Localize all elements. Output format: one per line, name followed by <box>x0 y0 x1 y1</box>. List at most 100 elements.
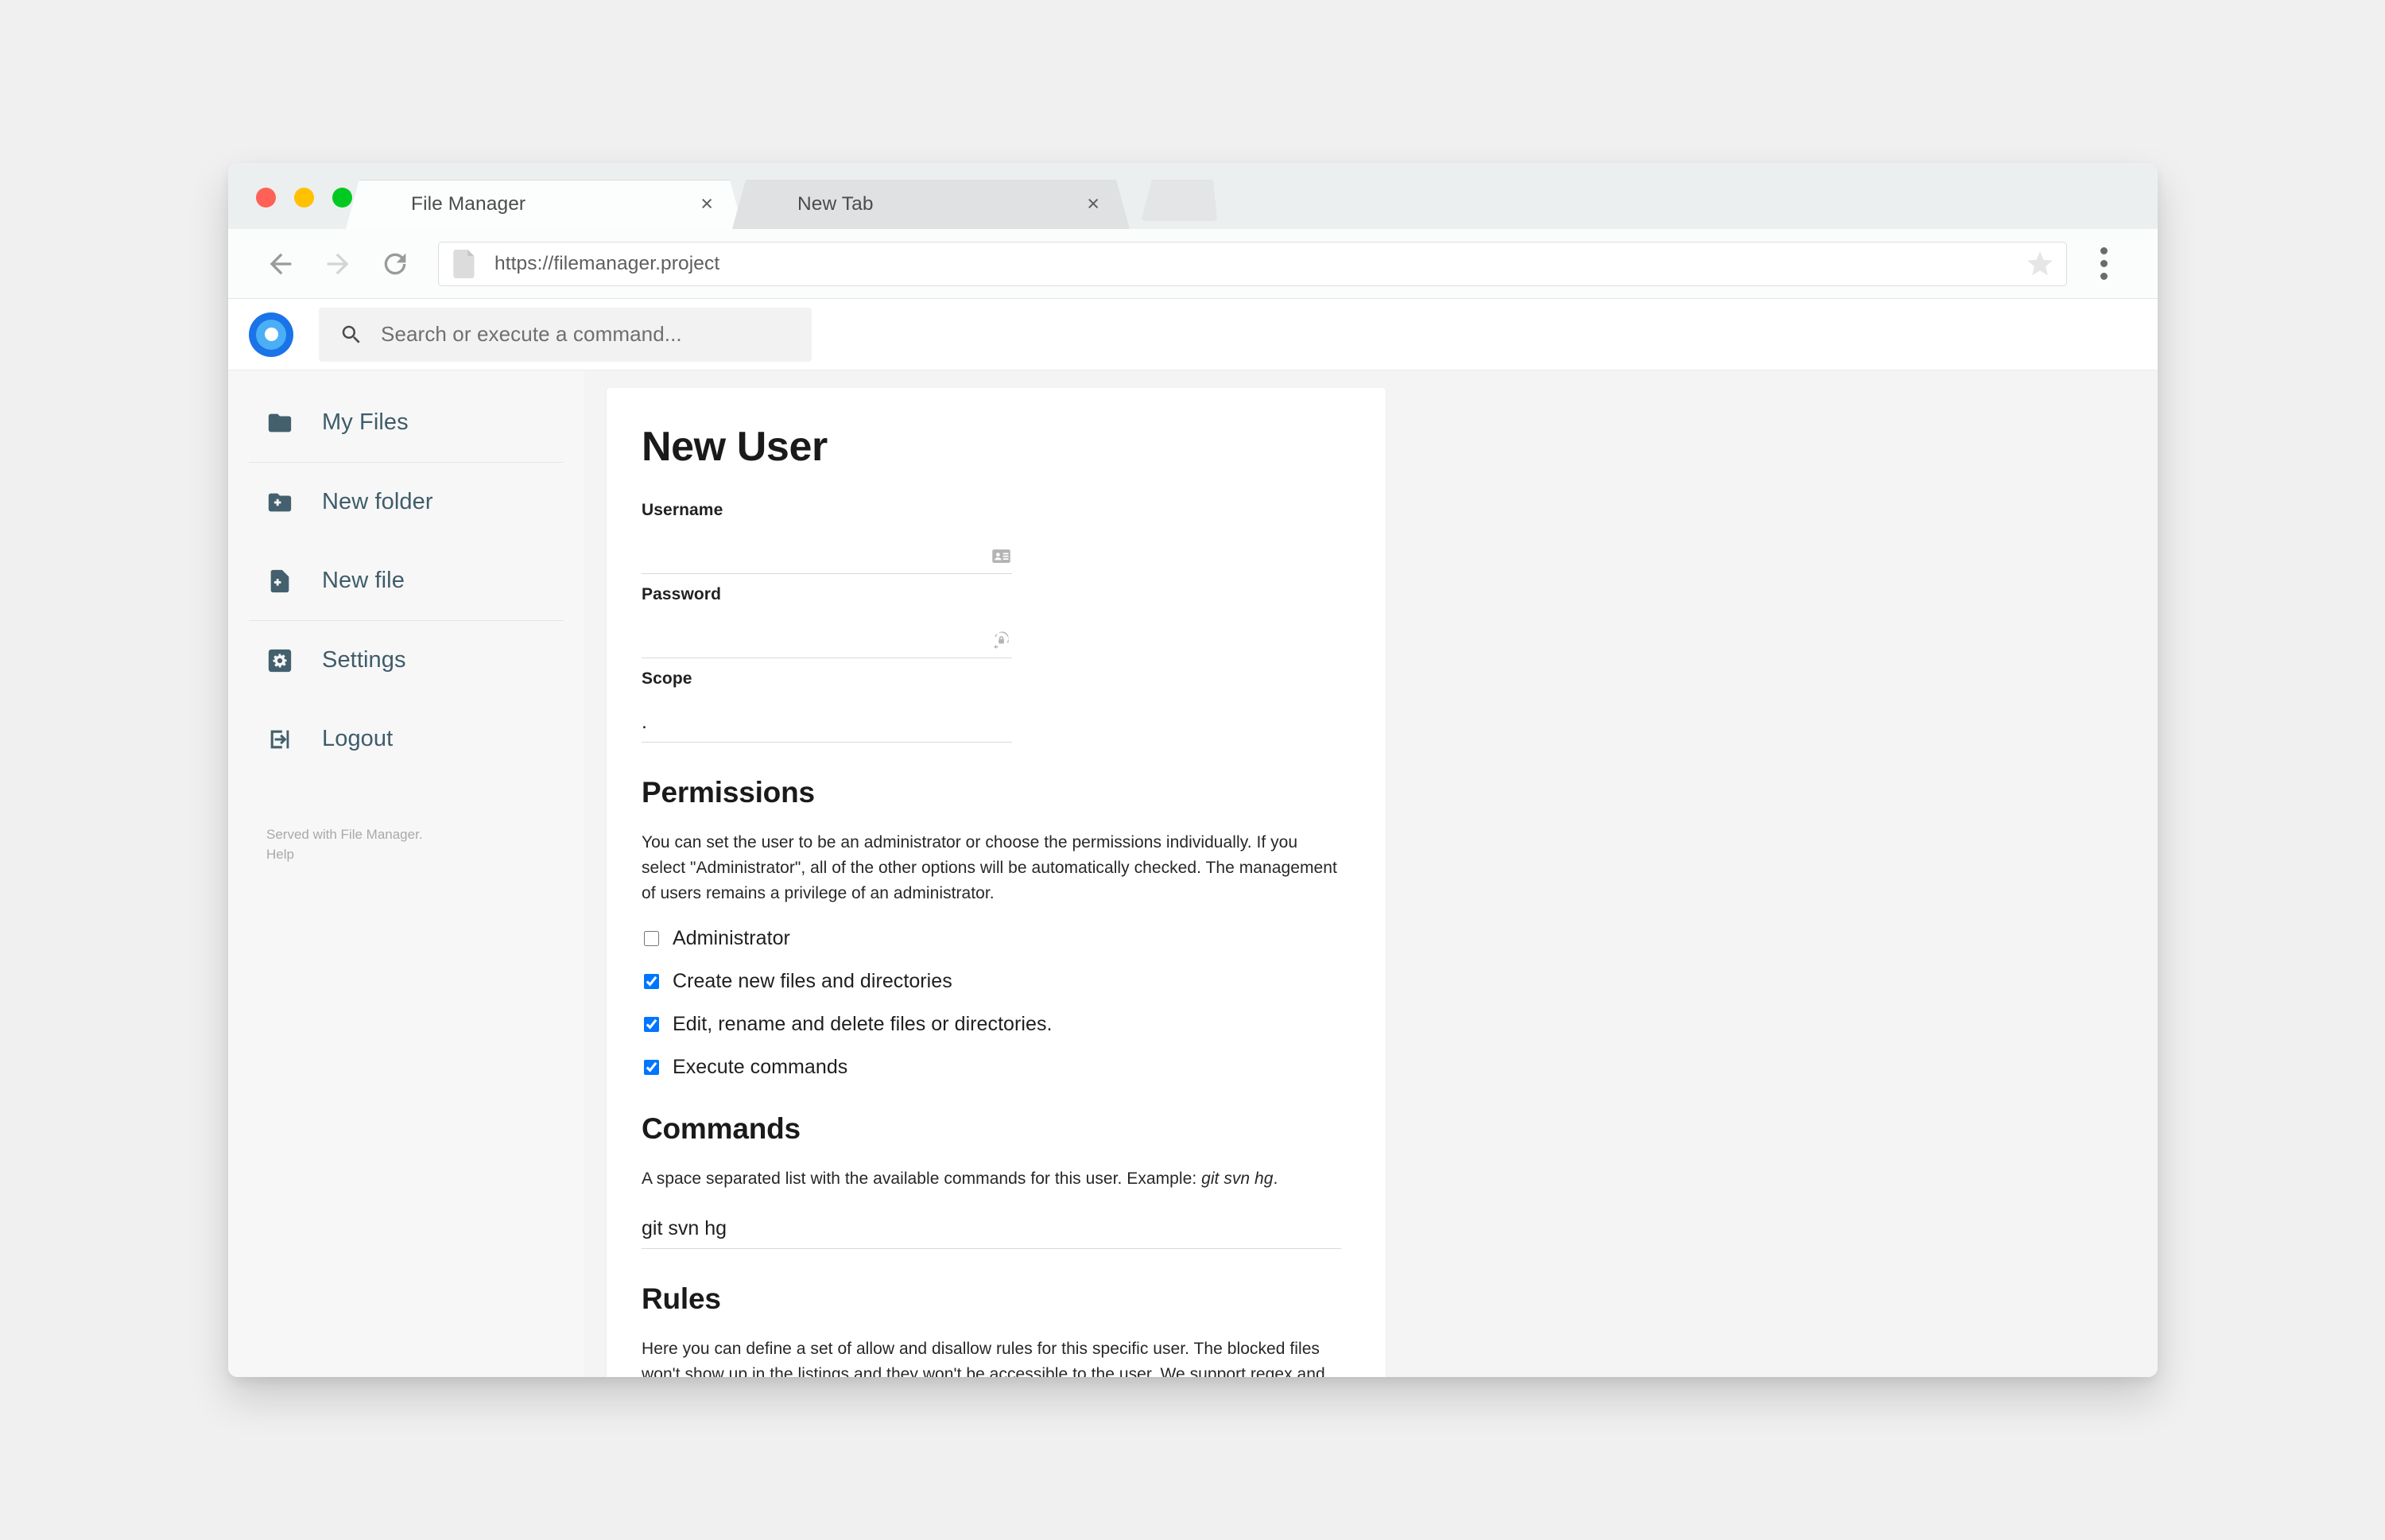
folder-plus-icon <box>266 489 301 516</box>
permission-checkbox[interactable] <box>644 1059 659 1075</box>
permission-label: Execute commands <box>673 1055 848 1078</box>
search-input-placeholder: Search or execute a command... <box>381 322 682 346</box>
logo-core <box>264 328 278 341</box>
permission-label: Administrator <box>673 926 790 949</box>
page-document-icon <box>453 249 477 278</box>
sidebar-item-label: New file <box>322 568 405 593</box>
browser-tab-new-tab[interactable]: New Tab × <box>732 180 1130 229</box>
sidebar-item-new-file[interactable]: New file <box>249 541 564 620</box>
arrow-right-icon <box>327 253 349 274</box>
logout-icon <box>266 726 301 753</box>
tab-background <box>732 180 1130 229</box>
commands-description: A space separated list with the availabl… <box>642 1166 1341 1192</box>
permissions-description: You can set the user to be an administra… <box>642 833 1337 902</box>
new-user-form-card: New User Username Password Scope . Permi… <box>607 388 1386 1377</box>
gear-icon <box>266 647 301 674</box>
commands-input[interactable] <box>642 1212 1341 1248</box>
help-link[interactable]: Help <box>266 844 584 864</box>
rules-heading: Rules <box>642 1282 721 1315</box>
web-page: Search or execute a command... My Files <box>228 299 2158 1377</box>
minimize-window-button[interactable] <box>294 188 314 208</box>
sidebar-item-logout[interactable]: Logout <box>249 700 564 778</box>
sidebar-item-label: Logout <box>322 726 394 751</box>
back-button[interactable] <box>252 235 309 293</box>
permission-checkbox[interactable] <box>644 1016 659 1032</box>
field-label: Password <box>642 585 722 603</box>
command-search-bar[interactable]: Search or execute a command... <box>319 307 812 362</box>
bookmark-star-icon[interactable] <box>2025 249 2055 279</box>
commands-heading: Commands <box>642 1111 801 1145</box>
lock-reset-icon[interactable] <box>991 630 1012 651</box>
kebab-dot <box>2100 247 2108 254</box>
field-input-row <box>642 537 1012 574</box>
page-title: New User <box>642 424 828 470</box>
field-password: Password <box>642 585 1343 658</box>
permissions-heading: Permissions <box>642 776 815 809</box>
permission-checkbox[interactable] <box>644 930 659 946</box>
maximize-window-button[interactable] <box>332 188 352 208</box>
field-label: Scope <box>642 669 692 688</box>
main-content-area: New User Username Password Scope . Permi… <box>584 370 2158 1377</box>
sidebar-item-label: Settings <box>322 647 406 673</box>
commands-input-row <box>642 1212 1341 1249</box>
tab-close-icon[interactable]: × <box>1087 193 1099 215</box>
permission-edit[interactable]: Edit, rename and delete files or directo… <box>642 1013 1343 1036</box>
logo-inner-ring <box>256 319 286 350</box>
field-username: Username <box>642 501 1343 574</box>
forward-button[interactable] <box>309 235 366 293</box>
sidebar-item-label: My Files <box>322 409 409 435</box>
tab-close-icon[interactable]: × <box>700 193 713 215</box>
permission-create[interactable]: Create new files and directories <box>642 970 1343 993</box>
file-plus-icon <box>266 568 301 595</box>
sidebar-footer: Served with File Manager. Help <box>228 824 584 864</box>
browser-tab-strip: File Manager × New Tab × <box>228 163 2158 229</box>
kebab-dot <box>2100 260 2108 267</box>
permission-execute[interactable]: Execute commands <box>642 1056 1343 1079</box>
sidebar-item-my-files[interactable]: My Files <box>249 383 564 462</box>
reload-icon <box>384 253 406 274</box>
tab-title: New Tab <box>797 193 874 215</box>
file-manager-logo[interactable] <box>249 312 293 357</box>
field-scope: Scope <box>642 669 1343 743</box>
permission-administrator[interactable]: Administrator <box>642 927 1343 950</box>
commands-description-prefix: A space separated list with the availabl… <box>642 1169 1202 1188</box>
app-header: Search or execute a command... <box>228 299 2158 370</box>
permission-label: Create new files and directories <box>673 969 952 992</box>
sidebar: My Files New folder New file Settings Lo… <box>228 370 584 1377</box>
tab-background <box>346 180 743 229</box>
reload-button[interactable] <box>366 235 424 293</box>
browser-toolbar: https://filemanager.project <box>228 229 2158 299</box>
arrow-left-icon <box>270 253 292 274</box>
password-input[interactable] <box>642 622 1012 658</box>
field-label: Username <box>642 501 723 519</box>
window-controls <box>256 188 352 208</box>
scope-input[interactable] <box>642 706 1012 742</box>
new-tab-button[interactable] <box>1141 180 1217 221</box>
permission-label: Edit, rename and delete files or directo… <box>673 1012 1053 1035</box>
app-body: My Files New folder New file Settings Lo… <box>228 370 2158 1377</box>
browser-menu-button[interactable] <box>2078 239 2129 289</box>
tab-title: File Manager <box>411 193 526 215</box>
folder-icon <box>266 409 301 436</box>
search-icon <box>339 323 363 347</box>
field-input-row <box>642 622 1012 658</box>
tabs-holder: File Manager × New Tab × <box>346 163 2158 229</box>
sidebar-item-new-folder[interactable]: New folder <box>249 463 564 541</box>
sidebar-item-settings[interactable]: Settings <box>249 621 564 700</box>
kebab-dot <box>2100 273 2108 280</box>
address-bar[interactable]: https://filemanager.project <box>438 241 2067 286</box>
username-input[interactable] <box>642 537 1012 573</box>
sidebar-group-create: New folder New file <box>228 463 584 620</box>
browser-tab-file-manager[interactable]: File Manager × <box>346 180 743 229</box>
sidebar-group-account: Settings Logout <box>228 621 584 778</box>
permission-checkbox[interactable] <box>644 973 659 989</box>
field-input-row <box>642 706 1012 743</box>
rules-paragraph-1: Here you can define a set of allow and d… <box>642 1339 1325 1377</box>
browser-window: File Manager × New Tab × https://fileman… <box>228 163 2158 1377</box>
address-bar-url: https://filemanager.project <box>494 252 720 274</box>
contact-card-icon[interactable] <box>991 545 1012 567</box>
sidebar-item-label: New folder <box>322 489 433 514</box>
close-window-button[interactable] <box>256 188 276 208</box>
served-with-text: Served with File Manager. <box>266 827 423 842</box>
commands-description-example: git svn hg <box>1201 1169 1274 1188</box>
